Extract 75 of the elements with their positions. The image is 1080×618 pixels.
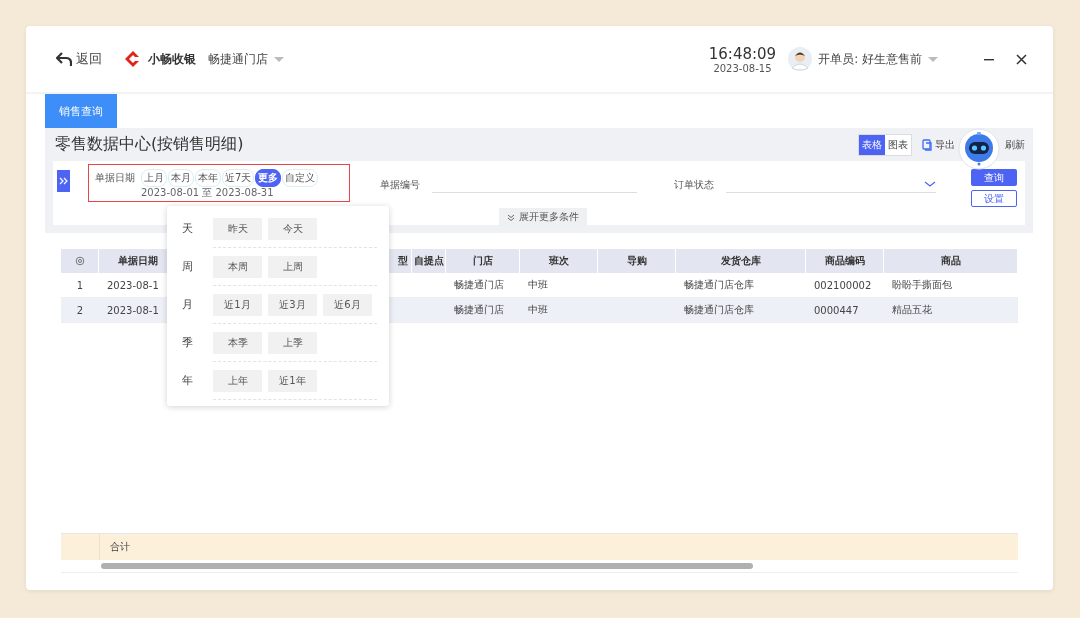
query-button[interactable]: 查询	[971, 169, 1017, 186]
refresh-button[interactable]: 刷新	[1005, 137, 1025, 152]
date-chip[interactable]: 更多	[255, 168, 282, 187]
table-cell-text: 0000447	[813, 303, 860, 318]
period-label: 月	[182, 297, 193, 312]
table-cell-text: 002100002	[813, 278, 873, 293]
dropdown-caret-icon	[274, 56, 284, 62]
settings-icon[interactable]	[74, 256, 85, 266]
period-option[interactable]: 近1年	[268, 369, 317, 392]
period-option[interactable]: 昨天	[213, 217, 262, 240]
brand-name: 小畅收银	[148, 50, 196, 68]
period-option[interactable]: 近6月	[323, 293, 372, 316]
table-cell-text: 盼盼手撕面包	[891, 278, 953, 292]
page-title: 零售数据中心(按销售明细)	[55, 134, 245, 155]
date-chip[interactable]: 本年	[195, 168, 221, 187]
table-cell-text: 精品五花	[891, 303, 933, 317]
clock-date: 2023-08-15	[713, 62, 772, 74]
table-cell-text: 2023-08-1	[106, 303, 160, 318]
period-option[interactable]: 上年	[213, 369, 262, 392]
view-toggle[interactable]: 表格	[859, 134, 885, 155]
store-selector[interactable]: 畅捷通门店	[208, 50, 284, 68]
back-arrow-icon	[56, 51, 72, 67]
column-header: 门店	[446, 249, 520, 273]
date-chip[interactable]: 自定义	[282, 168, 319, 187]
column-header: 自提点	[412, 249, 446, 273]
user-avatar-icon	[788, 47, 813, 71]
period-label: 天	[182, 221, 193, 236]
date-chip[interactable]: 本月	[168, 168, 194, 187]
close-icon[interactable]	[1016, 53, 1027, 65]
total-label: 合计	[99, 534, 1018, 560]
settings-button[interactable]: 设置	[971, 190, 1017, 207]
double-chevron-icon	[59, 177, 68, 185]
period-label: 周	[182, 259, 193, 274]
period-option[interactable]: 上周	[268, 255, 317, 278]
period-option[interactable]: 本季	[213, 331, 262, 354]
export-button[interactable]: 导出	[922, 137, 955, 152]
column-header: 商品	[884, 249, 1018, 273]
table-cell-text: 畅捷通门店	[453, 278, 505, 292]
column-header: 班次	[520, 249, 598, 273]
double-chevron-down-icon	[507, 213, 515, 221]
brand-logo-icon	[124, 50, 142, 68]
view-toggle[interactable]: 图表	[885, 134, 911, 155]
date-range: 2023-08-01 至 2023-08-31	[141, 186, 275, 198]
field-label: 单据日期	[95, 170, 135, 185]
clock-time: 16:48:09	[708, 44, 777, 63]
field-label: 订单状态	[674, 177, 715, 192]
period-option[interactable]: 今天	[268, 217, 317, 240]
column-header: 商品编码	[806, 249, 884, 273]
table-cell-text: 2023-08-1	[106, 278, 160, 293]
column-header: 发货仓库	[676, 249, 806, 273]
period-label: 季	[182, 335, 193, 350]
dropdown-caret-icon	[928, 56, 938, 62]
scrollbar-thumb[interactable]	[101, 563, 753, 569]
copy-icon	[922, 138, 932, 151]
table-cell-text: 畅捷通门店仓库	[683, 303, 755, 317]
table-cell-text: 中班	[527, 278, 549, 292]
row-number: 2	[75, 303, 85, 318]
date-chip[interactable]: 上月	[141, 168, 167, 187]
period-option[interactable]: 近3月	[268, 293, 317, 316]
period-option[interactable]: 本周	[213, 255, 262, 278]
table-cell-text: 畅捷通门店	[453, 303, 505, 317]
period-option[interactable]: 近1月	[213, 293, 262, 316]
column-header: 导购	[598, 249, 676, 273]
date-chip[interactable]: 近7天	[222, 168, 255, 187]
period-option[interactable]: 上季	[268, 331, 317, 354]
table-cell-text: 畅捷通门店仓库	[683, 278, 755, 292]
sidebar-toggle[interactable]	[57, 170, 70, 192]
chevron-down-icon	[924, 181, 936, 187]
expand-button[interactable]: 展开更多条件	[499, 208, 587, 226]
row-number: 1	[75, 278, 85, 293]
back-button[interactable]: 返回	[56, 50, 102, 68]
table-cell-text: 中班	[527, 303, 549, 317]
period-label: 年	[182, 373, 193, 388]
operator-selector[interactable]: 开单员: 好生意售前	[818, 50, 938, 68]
field-label: 单据编号	[380, 177, 421, 192]
